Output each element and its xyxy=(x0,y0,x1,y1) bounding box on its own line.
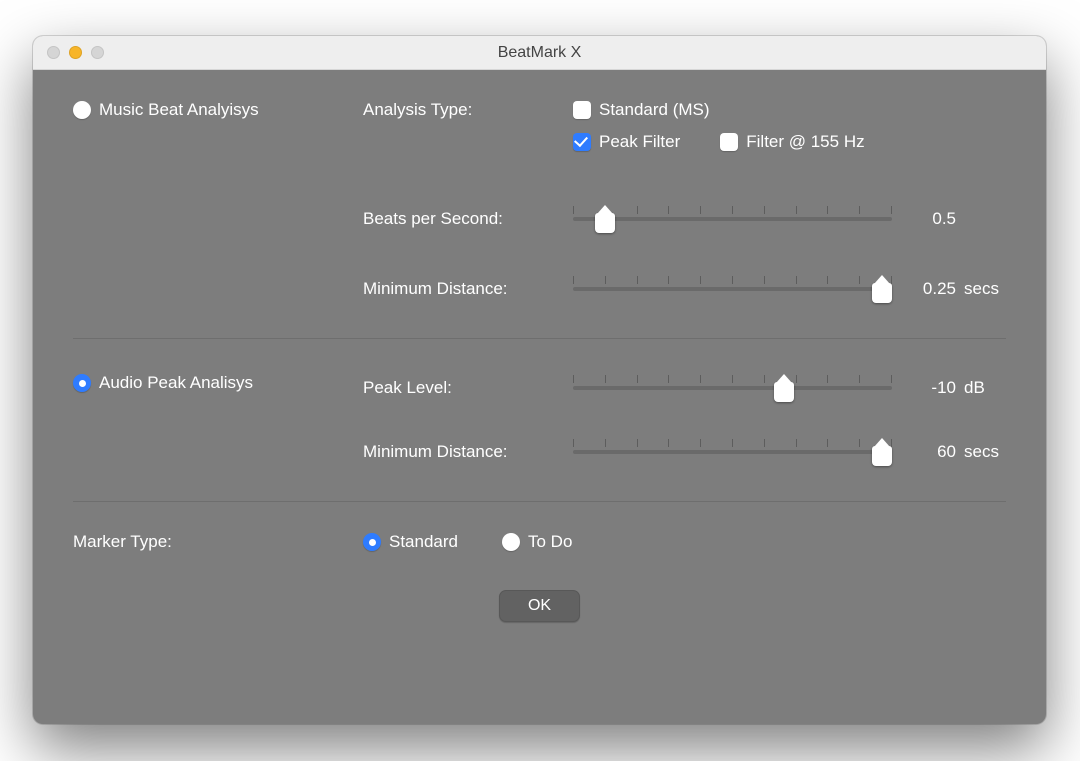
radio-marker-todo-label: To Do xyxy=(528,532,572,552)
divider xyxy=(73,338,1006,339)
mindist-music-label: Minimum Distance: xyxy=(363,279,573,299)
row-peak-level: Peak Level: -10 dB xyxy=(363,373,1006,403)
mindist-audio-label: Minimum Distance: xyxy=(363,442,573,462)
window-title: BeatMark X xyxy=(33,44,1046,62)
radio-indicator-icon xyxy=(73,374,91,392)
row-min-distance-audio: Minimum Distance: 60 secs xyxy=(363,437,1006,467)
peak-level-unit: dB xyxy=(956,378,1006,398)
zoom-icon[interactable] xyxy=(91,46,104,59)
traffic-lights xyxy=(47,46,104,59)
section-music-beat: Music Beat Analyisys Analysis Type: Stan… xyxy=(73,100,1006,164)
minimize-icon[interactable] xyxy=(69,46,82,59)
radio-marker-todo[interactable]: To Do xyxy=(502,532,572,552)
slider-min-distance-music[interactable] xyxy=(573,274,892,304)
app-window: BeatMark X Music Beat Analyisys Analysis… xyxy=(33,36,1046,724)
radio-marker-standard[interactable]: Standard xyxy=(363,532,458,552)
slider-thumb-icon[interactable] xyxy=(872,283,892,303)
checkbox-filter-155hz-label: Filter @ 155 Hz xyxy=(746,132,864,152)
row-beats-per-second: Beats per Second: 0.5 xyxy=(363,204,1006,234)
mindist-audio-unit: secs xyxy=(956,442,1006,462)
radio-marker-standard-label: Standard xyxy=(389,532,458,552)
section-audio-peak: Audio Peak Analisys Peak Level: -10 dB M… xyxy=(73,373,1006,467)
checkbox-indicator-icon xyxy=(573,133,591,151)
radio-indicator-icon xyxy=(363,533,381,551)
peak-level-value: -10 xyxy=(906,378,956,398)
analysis-type-label: Analysis Type: xyxy=(363,100,472,119)
bps-label: Beats per Second: xyxy=(363,209,573,229)
mindist-music-value: 0.25 xyxy=(906,279,956,299)
checkbox-indicator-icon xyxy=(720,133,738,151)
radio-music-beat[interactable]: Music Beat Analyisys xyxy=(73,100,259,120)
checkbox-filter-155hz[interactable]: Filter @ 155 Hz xyxy=(720,132,864,152)
checkbox-standard-ms-label: Standard (MS) xyxy=(599,100,710,120)
radio-indicator-icon xyxy=(73,101,91,119)
checkbox-peak-filter[interactable]: Peak Filter xyxy=(573,132,680,152)
slider-thumb-icon[interactable] xyxy=(872,446,892,466)
peak-level-label: Peak Level: xyxy=(363,378,573,398)
window-body: Music Beat Analyisys Analysis Type: Stan… xyxy=(33,70,1046,646)
mindist-audio-value: 60 xyxy=(906,442,956,462)
checkbox-peak-filter-label: Peak Filter xyxy=(599,132,680,152)
slider-peak-level[interactable] xyxy=(573,373,892,403)
mindist-music-unit: secs xyxy=(956,279,1006,299)
close-icon[interactable] xyxy=(47,46,60,59)
radio-music-beat-label: Music Beat Analyisys xyxy=(99,100,259,120)
slider-min-distance-audio[interactable] xyxy=(573,437,892,467)
radio-audio-peak[interactable]: Audio Peak Analisys xyxy=(73,373,253,393)
slider-beats-per-second[interactable] xyxy=(573,204,892,234)
radio-audio-peak-label: Audio Peak Analisys xyxy=(99,373,253,393)
slider-thumb-icon[interactable] xyxy=(774,382,794,402)
checkbox-standard-ms[interactable]: Standard (MS) xyxy=(573,100,710,120)
divider xyxy=(73,501,1006,502)
checkbox-indicator-icon xyxy=(573,101,591,119)
ok-button[interactable]: OK xyxy=(499,590,580,622)
section-marker-type: Marker Type: Standard To Do xyxy=(73,532,1006,552)
radio-indicator-icon xyxy=(502,533,520,551)
marker-type-label: Marker Type: xyxy=(73,532,172,551)
bps-value: 0.5 xyxy=(906,209,956,229)
titlebar: BeatMark X xyxy=(33,36,1046,70)
row-min-distance-music: Minimum Distance: 0.25 secs xyxy=(363,274,1006,304)
slider-thumb-icon[interactable] xyxy=(595,213,615,233)
